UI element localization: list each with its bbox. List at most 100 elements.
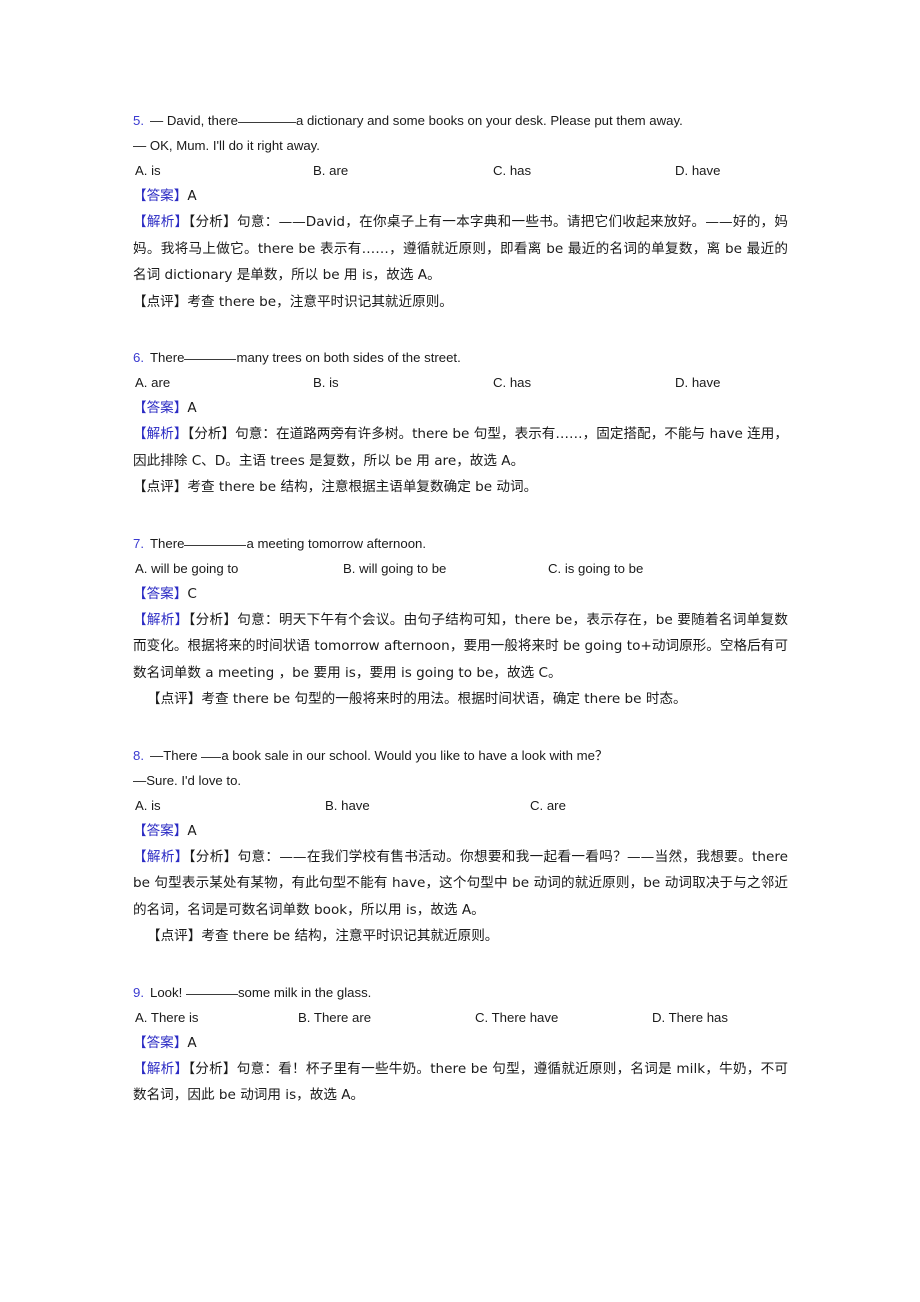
comment-block: 【点评】考查 there be 结构，注意根据主语单复数确定 be 动词。	[133, 474, 788, 501]
option-a[interactable]: A. There is	[135, 1005, 199, 1030]
comment-text: 考查 there be，注意平时识记其就近原则。	[187, 293, 453, 310]
answer-line: 【答案】A	[133, 818, 788, 844]
question-stem: 5. — David, there a dictionary and some bo…	[133, 108, 788, 133]
option-b[interactable]: B. have	[325, 793, 370, 818]
answer-line: 【答案】A	[133, 395, 788, 421]
option-a[interactable]: A. is	[135, 793, 161, 818]
option-d[interactable]: D. There has	[652, 1005, 728, 1030]
option-row: A. is B. are C. has D. have	[133, 158, 788, 183]
answer-tag: 【答案】	[133, 1034, 188, 1051]
comment-tag: 【点评】	[147, 691, 202, 707]
question-block: 8. —There a book sale in our school. Woul…	[133, 743, 788, 950]
question-stem-post: many trees on both sides of the street.	[236, 350, 461, 365]
question-stem: 9. Look! some milk in the glass.	[133, 980, 788, 1005]
question-block: 5. — David, there a dictionary and some bo…	[133, 108, 788, 315]
question-stem-pre: — David, there	[150, 113, 238, 128]
explain-tag: 【解析】	[133, 848, 189, 865]
question-stem: 7. There a meeting tomorrow afternoon.	[133, 531, 788, 556]
question-stem: 8. —There a book sale in our school. Woul…	[133, 743, 788, 768]
analysis-block: 【解析】【分析】句意：——在我们学校有售书活动。你想要和我一起看一看吗？——当然…	[133, 844, 788, 924]
option-d[interactable]: D. have	[675, 370, 720, 395]
option-row: A. will be going to B. will going to be …	[133, 556, 788, 581]
answer-line: 【答案】A	[133, 1030, 788, 1056]
option-a[interactable]: A. will be going to	[135, 556, 238, 581]
question-stem-post: some milk in the glass.	[237, 984, 372, 1000]
question-number: 6.	[133, 350, 144, 365]
option-c[interactable]: C. There have	[475, 1005, 558, 1030]
option-c[interactable]: C. is going to be	[548, 556, 643, 581]
analysis-block: 【解析】【分析】句意：明天下午有个会议。由句子结构可知，there be，表示存…	[133, 607, 788, 687]
answer-value: A	[187, 822, 197, 839]
comment-tag: 【点评】	[133, 293, 188, 310]
answer-blank	[184, 359, 237, 360]
answer-blank	[237, 122, 296, 123]
question-stem: 6. There many trees on both sides of the s…	[133, 345, 788, 370]
comment-text: 考查 there be 结构，注意平时识记其就近原则。	[201, 928, 499, 944]
question-block: 9. Look! some milk in the glass. A. There…	[133, 980, 788, 1109]
option-a[interactable]: A. are	[135, 370, 170, 395]
comment-tag: 【点评】	[147, 928, 202, 944]
answer-value: A	[187, 400, 197, 416]
answer-value: C	[187, 585, 197, 602]
answer-tag: 【答案】	[133, 822, 188, 839]
question-number: 9.	[133, 984, 144, 1000]
question-stem-post: a book sale in our school. Would you lik…	[221, 747, 609, 763]
answer-line: 【答案】A	[133, 183, 788, 209]
answer-tag: 【答案】	[133, 585, 188, 602]
question-number: 5.	[133, 113, 144, 128]
worksheet-page: 5. — David, there a dictionary and some bo…	[133, 108, 788, 1129]
question-block: 6. There many trees on both sides of the s…	[133, 345, 788, 501]
explain-tag: 【解析】	[133, 214, 189, 230]
comment-block: 【点评】考查 there be 句型的一般将来时的用法。根据时间状语，确定 th…	[133, 686, 788, 713]
analysis-block: 【解析】【分析】句意：看！杯子里有一些牛奶。there be 句型，遵循就近原则…	[133, 1056, 788, 1109]
question-number: 8.	[133, 747, 144, 763]
answer-line: 【答案】C	[133, 581, 788, 607]
question-stem-post: a meeting tomorrow afternoon.	[246, 535, 427, 551]
option-c[interactable]: C. are	[530, 793, 566, 818]
analysis-tag: 【分析】	[188, 848, 238, 865]
answer-blank	[201, 756, 222, 758]
answer-tag: 【答案】	[133, 188, 188, 204]
option-b[interactable]: B. will going to be	[343, 556, 446, 581]
analysis-tag: 【分析】	[188, 1060, 237, 1077]
question-stem-pre: —There	[150, 747, 198, 763]
question-stem-pre: Look!	[150, 984, 183, 1000]
question-stem-line2: — OK, Mum. I'll do it right away.	[133, 138, 320, 153]
answer-tag: 【答案】	[133, 400, 188, 416]
comment-block: 【点评】考查 there be，注意平时识记其就近原则。	[133, 289, 788, 316]
analysis-tag: 【分析】	[188, 214, 238, 230]
question-stem-pre: There	[150, 535, 185, 551]
comment-block: 【点评】考查 there be 结构，注意平时识记其就近原则。	[133, 923, 788, 950]
option-row: A. are B. is C. has D. have	[133, 370, 788, 395]
analysis-tag: 【分析】	[188, 611, 238, 628]
answer-blank	[185, 993, 238, 995]
question-stem-line2: —Sure. I'd love to.	[133, 772, 242, 788]
answer-value: A	[187, 188, 197, 204]
analysis-tag: 【分析】	[187, 426, 236, 442]
answer-blank	[184, 544, 247, 546]
comment-tag: 【点评】	[133, 479, 188, 495]
option-row: A. is B. have C. are	[133, 793, 788, 818]
option-b[interactable]: B. is	[313, 370, 339, 395]
explain-tag: 【解析】	[133, 611, 189, 628]
comment-text: 考查 there be 句型的一般将来时的用法。根据时间状语，确定 there …	[201, 691, 687, 707]
comment-text: 考查 there be 结构，注意根据主语单复数确定 be 动词。	[187, 479, 538, 495]
option-b[interactable]: B. There are	[298, 1005, 371, 1030]
explain-tag: 【解析】	[133, 1060, 189, 1077]
option-a[interactable]: A. is	[135, 158, 161, 183]
option-c[interactable]: C. has	[493, 370, 531, 395]
analysis-block: 【解析】【分析】句意：在道路两旁有许多树。there be 句型，表示有……，固…	[133, 421, 788, 474]
answer-value: A	[187, 1034, 197, 1051]
question-number: 7.	[133, 535, 144, 551]
option-c[interactable]: C. has	[493, 158, 531, 183]
explain-tag: 【解析】	[133, 426, 188, 442]
question-stem-pre: There	[150, 350, 185, 365]
option-b[interactable]: B. are	[313, 158, 348, 183]
option-d[interactable]: D. have	[675, 158, 720, 183]
question-stem-post: a dictionary and some books on your desk…	[295, 113, 683, 128]
option-row: A. There is B. There are C. There have D…	[133, 1005, 788, 1030]
question-block: 7. There a meeting tomorrow afternoon. A. …	[133, 531, 788, 713]
